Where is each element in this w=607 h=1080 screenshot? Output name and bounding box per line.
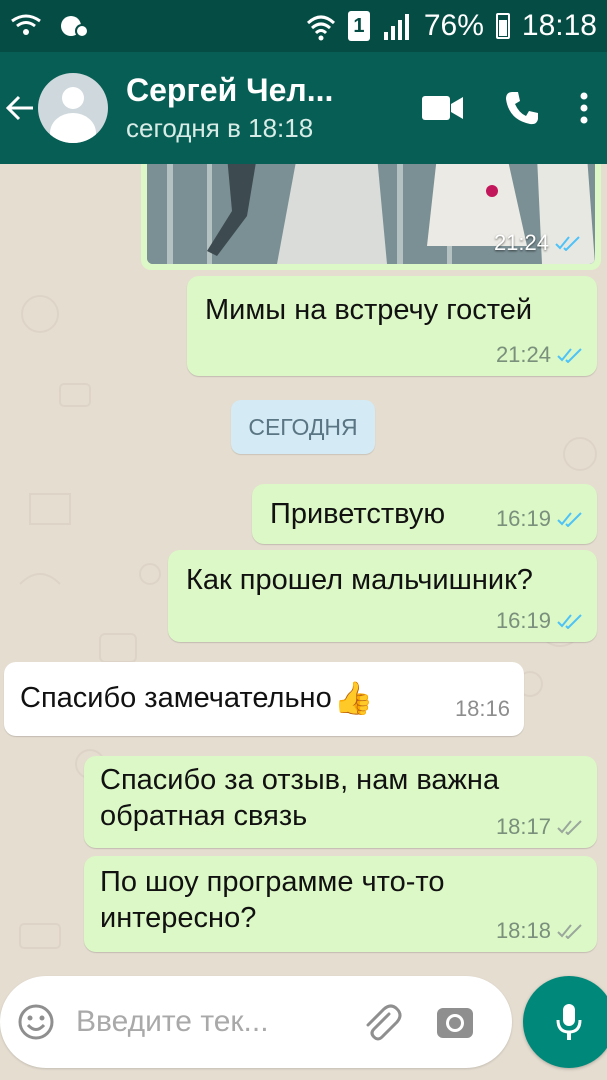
double-check-icon (557, 614, 582, 629)
photo-time: 21:24 (493, 230, 549, 255)
battery-icon (495, 13, 510, 39)
double-check-icon (555, 236, 580, 251)
status-bar: 1 76% 18:18 (0, 0, 607, 52)
status-time: 18:18 (521, 9, 597, 42)
message-meta: 16:19 (496, 608, 583, 634)
attach-button[interactable] (356, 997, 406, 1047)
avatar-icon (62, 87, 84, 109)
wifi-icon (306, 15, 335, 41)
contact-name: Сергей Чел... (126, 72, 334, 108)
double-check-icon (557, 512, 582, 527)
photo-message[interactable]: 21:24 (141, 164, 601, 270)
contact-last-seen: сегодня в 18:18 (126, 113, 314, 143)
double-check-icon (557, 924, 582, 939)
wifi-call-icon (11, 14, 41, 35)
chat-area[interactable]: 21:24 Мимы на встречу гостей 21:24 СЕГОД… (0, 164, 607, 970)
double-check-icon (557, 348, 582, 363)
message-text: Спасибо замечательно (20, 682, 332, 714)
message-meta: 18:18 (496, 918, 583, 944)
camera-button[interactable] (432, 999, 478, 1045)
notification-icon (61, 16, 89, 38)
mic-icon (556, 1004, 582, 1040)
message-time: 16:19 (495, 608, 551, 633)
message-meta: 16:19 (496, 506, 583, 532)
message-meta: 18:17 (496, 814, 583, 840)
message-text: Как прошел мальчишник? (186, 564, 533, 596)
emoji-icon (18, 1004, 54, 1040)
message-input[interactable] (76, 992, 336, 1052)
message-outgoing[interactable]: Приветствую 16:19 (252, 484, 597, 544)
emoji-button[interactable] (16, 1002, 56, 1042)
message-outgoing[interactable]: По шоу программе что-то интересно? 18:18 (84, 856, 597, 952)
camera-icon (437, 1008, 473, 1038)
message-text: По шоу программе что-то интересно? (100, 866, 445, 934)
message-incoming[interactable]: Спасибо замечательно 👍 18:16 (4, 662, 524, 736)
battery-percent: 76% (423, 9, 484, 42)
photo-meta: 21:24 (494, 230, 581, 256)
message-outgoing[interactable]: Спасибо за отзыв, нам важна обратная свя… (84, 756, 597, 848)
chat-header: Сергей Чел... сегодня в 18:18 (0, 52, 607, 164)
double-check-icon (557, 820, 582, 835)
voice-record-button[interactable] (523, 976, 607, 1068)
composer-pill (0, 976, 512, 1068)
message-time: 18:17 (495, 814, 551, 839)
phone-icon[interactable] (503, 89, 541, 127)
message-meta: 21:24 (496, 342, 583, 368)
more-options-icon[interactable] (579, 91, 589, 125)
thumbs-up-emoji: 👍 (333, 680, 374, 716)
video-call-icon[interactable] (421, 93, 465, 123)
message-text: Мимы на встречу гостей (205, 294, 533, 326)
date-divider: СЕГОДНЯ (231, 400, 375, 454)
contact-info[interactable]: Сергей Чел... сегодня в 18:18 (126, 72, 356, 144)
message-time: 16:19 (495, 506, 551, 531)
signal-icon (383, 14, 409, 40)
avatar[interactable] (38, 73, 108, 143)
sim-indicator: 1 (347, 11, 370, 41)
message-meta: 18:16 (455, 696, 510, 722)
attach-icon (366, 1004, 402, 1041)
message-outgoing[interactable]: Мимы на встречу гостей 21:24 (187, 276, 597, 376)
message-outgoing[interactable]: Как прошел мальчишник? 16:19 (168, 550, 597, 642)
composer (0, 970, 607, 1080)
message-time: 18:18 (495, 918, 551, 943)
photo-image[interactable]: 21:24 (147, 164, 595, 264)
back-button[interactable] (2, 78, 38, 138)
message-time: 18:16 (454, 696, 510, 721)
message-time: 21:24 (495, 342, 551, 367)
back-arrow-icon (5, 95, 33, 121)
